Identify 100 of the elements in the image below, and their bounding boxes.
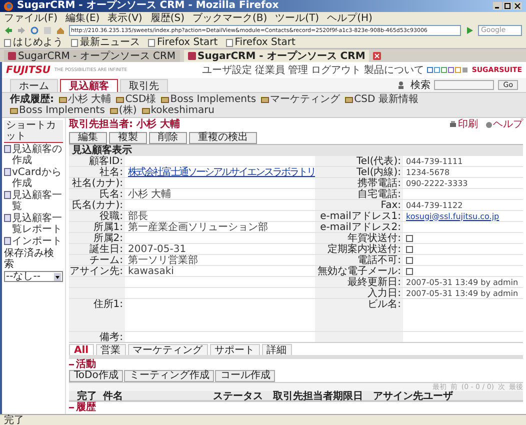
header-action-link[interactable]: ヘルプ <box>486 119 523 130</box>
card-icon <box>345 96 354 102</box>
header-link[interactable]: ユーザ設定 <box>202 64 252 76</box>
section-header: 見込顧客表示 <box>69 144 523 155</box>
recent-item-link[interactable]: (株) <box>110 105 137 116</box>
sidebar-link[interactable]: 見込顧客一覧レポート <box>4 213 63 235</box>
field-label: 社名(カナ): <box>69 177 125 188</box>
minimize-icon <box>493 2 502 10</box>
page-icon <box>148 38 155 46</box>
create-button[interactable]: ToDo作成 <box>69 370 124 382</box>
field-label: 備考: <box>69 331 125 342</box>
module-tab[interactable]: 見込顧客 <box>60 79 118 92</box>
go-arrow-icon <box>465 26 474 35</box>
subpanel-tab[interactable]: 詳細 <box>262 344 292 355</box>
menu-item[interactable]: 表示(V) <box>108 12 142 24</box>
header-link[interactable]: 従業員 <box>254 64 285 76</box>
recent-item-link[interactable]: 小杉 大輔 <box>59 94 112 105</box>
status-bar: 完了 <box>0 414 526 425</box>
sidebar-link[interactable]: vCardから作成 <box>4 167 63 189</box>
field-value: 2007-05-31 13:49 by admin <box>406 288 518 298</box>
header-link[interactable]: ログアウト <box>310 64 361 76</box>
sidebar-link[interactable]: 見込顧客一覧 <box>4 190 63 212</box>
bookmark-link[interactable]: Firefox Start <box>148 37 218 48</box>
field-label: 入力日: <box>315 287 403 298</box>
page-icon <box>4 38 11 46</box>
subpanel-tab[interactable]: All <box>69 344 94 355</box>
field-label: ビル名: <box>315 298 403 331</box>
header-link[interactable]: 管理 <box>288 64 308 76</box>
recent-item-link[interactable]: Boss Implements <box>10 105 105 116</box>
stop-icon <box>43 26 52 35</box>
create-button[interactable]: ミーティング作成 <box>124 370 214 382</box>
menu-item[interactable]: 編集(E) <box>66 12 100 24</box>
theme-swatches-icon <box>426 67 469 73</box>
document-icon <box>4 168 11 176</box>
field-label: 所属1: <box>69 221 125 232</box>
record-title: 取引先担当者: 小杉 大輔 <box>69 119 180 130</box>
subpanel-tab[interactable]: サポート <box>210 344 260 355</box>
page-icon <box>71 38 78 46</box>
column-header[interactable]: アサイン先ユーザ <box>373 391 515 402</box>
recent-item-link[interactable]: CSD 最新情報 <box>345 94 418 105</box>
recent-item-link[interactable]: CSD様 <box>116 94 156 105</box>
card-icon <box>261 96 270 102</box>
header-link[interactable]: 製品について <box>364 64 424 76</box>
column-header[interactable]: 件名 <box>103 391 213 402</box>
panel-toggle[interactable]: 履歴 <box>69 402 96 413</box>
column-header[interactable]: 完了 <box>77 391 103 402</box>
action-button[interactable]: 複製 <box>109 132 147 144</box>
recent-item-link[interactable]: Boss Implements <box>161 94 256 105</box>
field-label: 携帯電話: <box>315 177 403 188</box>
field-label: Fax: <box>315 199 403 210</box>
field-label: 所属2: <box>69 232 125 243</box>
column-header[interactable]: 期限日 <box>333 391 373 402</box>
bookmark-link[interactable]: Firefox Start <box>226 37 296 48</box>
back-arrow-icon <box>4 26 13 35</box>
field-link[interactable]: 株式会社富士通ソーシアルサイエンスラボラトリ <box>128 166 315 178</box>
card-icon <box>10 108 18 114</box>
search-field[interactable] <box>434 80 494 90</box>
subpanel-tab[interactable]: マーケティング <box>128 344 208 355</box>
browser-tab[interactable]: SugarCRM - オープンソース CRM <box>4 50 180 62</box>
field-label: Tel(代表): <box>315 155 403 166</box>
field-value: 090-2222-3333 <box>406 178 468 188</box>
recent-item-link[interactable]: マーケティング <box>261 94 340 105</box>
action-button[interactable]: 重複の検出 <box>189 132 257 144</box>
create-button[interactable]: コール作成 <box>215 370 276 382</box>
action-button[interactable]: 編集 <box>69 132 107 144</box>
menu-item[interactable]: ファイル(F) <box>4 12 58 24</box>
recent-label: 作成履歴: <box>10 94 54 105</box>
minus-toggle-icon <box>69 362 74 367</box>
browser-tab[interactable]: SugarCRM - オープンソース CRM <box>184 50 370 62</box>
field-label: 自宅電話: <box>315 188 403 199</box>
people-icon <box>398 81 406 89</box>
close-tab-icon <box>373 52 382 60</box>
subpanel-tab[interactable]: 営業 <box>96 344 126 355</box>
bookmark-link[interactable]: 最新ニュース <box>71 37 140 48</box>
module-tab[interactable]: ホーム <box>10 79 58 92</box>
reload-icon <box>30 26 39 35</box>
menu-item[interactable]: ヘルプ(H) <box>327 12 372 24</box>
menu-item[interactable]: 履歴(S) <box>150 12 184 24</box>
field-label: e-mailアドレス1: <box>315 210 403 221</box>
sidebar-link[interactable]: インポート <box>4 236 63 247</box>
header-action-link[interactable]: 印刷 <box>449 119 478 130</box>
menu-item[interactable]: ブックマーク(B) <box>192 12 268 24</box>
saved-search-dropdown[interactable]: --なし-- <box>4 271 63 282</box>
field-value: 部長 <box>128 210 148 222</box>
field-link[interactable]: kosugi@ssl.fujitsu.co.jp <box>406 210 500 222</box>
action-button[interactable]: 削除 <box>149 132 187 144</box>
column-header[interactable]: 取引先担当者 <box>273 391 333 402</box>
recent-item-link[interactable]: kokeshimaru <box>142 105 215 116</box>
menu-item[interactable]: ツール(T) <box>275 12 320 24</box>
panel-toggle[interactable]: 活動 <box>69 359 96 370</box>
close-icon <box>513 2 522 10</box>
minus-toggle-icon <box>69 405 74 410</box>
field-label: 住所1: <box>69 298 125 331</box>
module-tab[interactable]: 取引先 <box>120 79 168 92</box>
column-header[interactable]: ステータス <box>213 391 273 402</box>
search-label: 検索 <box>410 80 430 90</box>
field-label: Tel(内線): <box>315 166 403 177</box>
field-value: 第一ソリ営業部 <box>128 254 198 266</box>
bookmark-link[interactable]: はじめよう <box>4 37 63 48</box>
sugar-cube-icon <box>8 52 16 60</box>
